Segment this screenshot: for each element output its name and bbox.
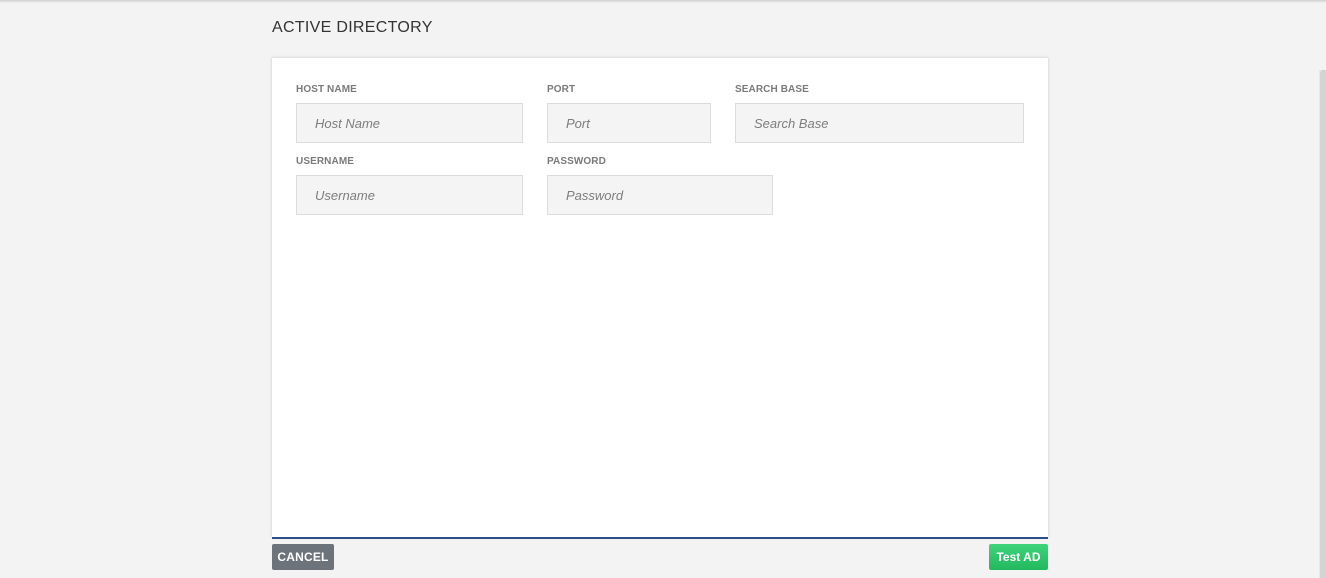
card-bottom-border — [272, 537, 1048, 539]
cancel-button[interactable]: CANCEL — [272, 544, 334, 570]
page-title: ACTIVE DIRECTORY — [272, 19, 433, 36]
username-label: USERNAME — [296, 156, 355, 167]
host-name-input[interactable] — [296, 103, 523, 143]
port-input[interactable] — [547, 103, 711, 143]
scrollbar-thumb[interactable] — [1320, 70, 1326, 578]
test-ad-button[interactable]: Test AD — [989, 544, 1048, 570]
search-base-label: SEARCH BASE — [735, 84, 809, 95]
password-label: PASSWORD — [547, 156, 606, 167]
settings-card: HOST NAME PORT SEARCH BASE USERNAME PASS… — [272, 58, 1048, 537]
password-input[interactable] — [547, 175, 773, 215]
search-base-input[interactable] — [735, 103, 1024, 143]
port-label: PORT — [547, 84, 576, 95]
host-name-label: HOST NAME — [296, 84, 357, 95]
top-shadow — [0, 0, 1326, 3]
username-input[interactable] — [296, 175, 523, 215]
